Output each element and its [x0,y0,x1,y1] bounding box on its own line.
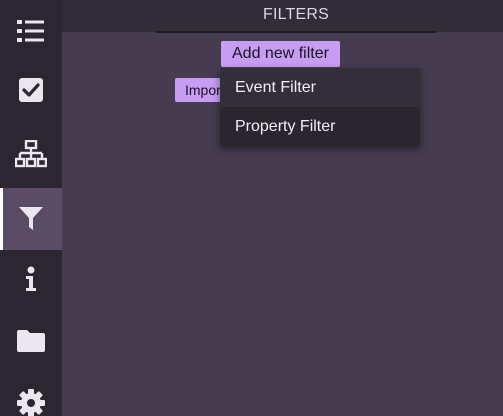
filter-icon [18,206,44,232]
import-button[interactable]: Import [175,78,221,102]
sidebar-item-network[interactable] [0,123,62,185]
sidebar-item-filters[interactable] [0,188,62,250]
add-filter-dropdown: Event Filter Property Filter [220,68,420,146]
folder-icon [17,330,45,352]
checkbox-icon [19,78,43,102]
sidebar-item-list[interactable] [0,0,62,62]
sidebar-item-settings[interactable] [0,372,62,416]
add-filter-button[interactable]: Add new filter [221,41,340,67]
network-icon [15,140,47,168]
sidebar-item-info[interactable] [0,248,62,310]
page-title: FILTERS [156,0,436,33]
header-bar: FILTERS [62,0,503,33]
menu-item-event-filter[interactable]: Event Filter [220,68,420,107]
sidebar-item-tasks[interactable] [0,59,62,121]
sidebar [0,0,62,416]
sidebar-item-files[interactable] [0,310,62,372]
menu-item-property-filter[interactable]: Property Filter [220,107,420,146]
gear-icon [17,389,45,416]
list-icon [17,19,45,43]
import-button-label: Import [185,82,221,98]
app-window: FILTERS Import Add new filter Event Filt… [0,0,503,416]
info-icon [24,266,38,292]
